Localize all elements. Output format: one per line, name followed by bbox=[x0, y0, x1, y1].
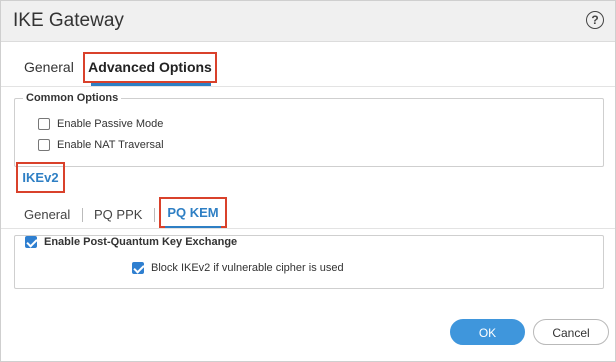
tab-general[interactable]: General bbox=[24, 59, 74, 75]
enable-nat-traversal-label: Enable NAT Traversal bbox=[57, 139, 164, 151]
ike-gateway-dialog: IKE Gateway ? General Advanced Options C… bbox=[0, 0, 616, 362]
enable-pq-key-exchange-row[interactable]: Enable Post-Quantum Key Exchange bbox=[25, 236, 242, 248]
tab-advanced-options[interactable]: Advanced Options bbox=[83, 52, 217, 83]
block-ikev2-checkbox[interactable] bbox=[132, 262, 144, 274]
enable-pq-key-exchange-label: Enable Post-Quantum Key Exchange bbox=[44, 236, 238, 248]
enable-nat-traversal-row[interactable]: Enable NAT Traversal bbox=[38, 139, 164, 151]
enable-passive-mode-row[interactable]: Enable Passive Mode bbox=[38, 118, 163, 130]
ikev2-section-heading: IKEv2 bbox=[16, 162, 65, 193]
enable-passive-mode-label: Enable Passive Mode bbox=[57, 118, 164, 130]
enable-nat-traversal-checkbox[interactable] bbox=[38, 139, 50, 151]
dialog-title: IKE Gateway bbox=[13, 10, 124, 31]
cancel-button[interactable]: Cancel bbox=[533, 319, 609, 345]
enable-pq-key-exchange-checkbox[interactable] bbox=[25, 236, 37, 248]
common-options-legend: Common Options bbox=[26, 92, 119, 104]
help-icon[interactable]: ? bbox=[586, 11, 604, 29]
enable-passive-mode-checkbox[interactable] bbox=[38, 118, 50, 130]
block-ikev2-row[interactable]: Block IKEv2 if vulnerable cipher is used bbox=[132, 262, 344, 274]
subtab-separator bbox=[154, 208, 155, 222]
subtab-general[interactable]: General bbox=[24, 207, 70, 222]
subtab-pq-kem[interactable]: PQ KEM bbox=[159, 197, 227, 228]
subtab-pq-ppk[interactable]: PQ PPK bbox=[94, 207, 142, 222]
subtab-separator bbox=[82, 208, 83, 222]
block-ikev2-label: Block IKEv2 if vulnerable cipher is used bbox=[151, 262, 344, 274]
ok-button[interactable]: OK bbox=[450, 319, 525, 345]
dialog-titlebar: IKE Gateway ? bbox=[1, 1, 615, 42]
subtabs-divider bbox=[1, 228, 615, 229]
tabs-divider bbox=[1, 86, 615, 87]
